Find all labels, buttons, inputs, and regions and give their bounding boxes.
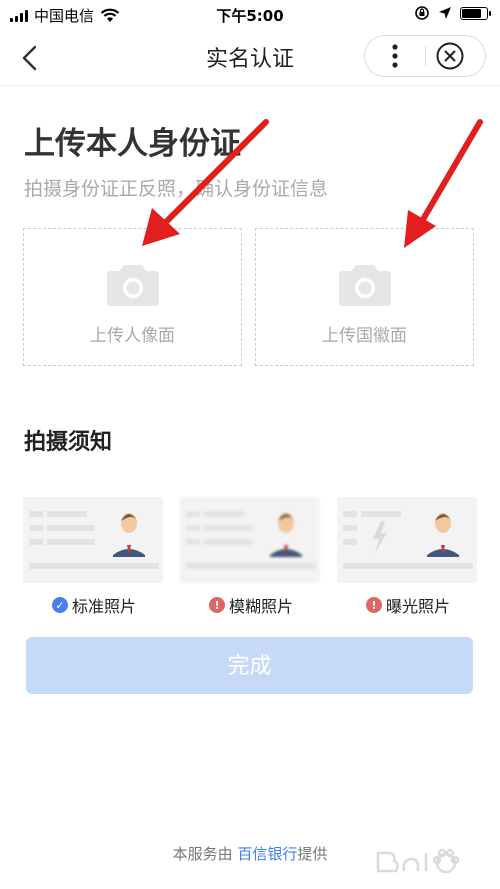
- status-right: [414, 5, 491, 21]
- status-bar: 中国电信 下午5:00: [0, 0, 500, 30]
- footer-prefix: 本服务由: [172, 845, 238, 863]
- example-blurry: ! 模糊照片: [180, 497, 322, 617]
- footer-suffix: 提供: [297, 845, 328, 863]
- camera-icon: [107, 265, 159, 306]
- example-label: 曝光照片: [385, 597, 450, 616]
- upload-front-label: 上传人像面: [90, 326, 175, 346]
- more-icon[interactable]: [365, 36, 425, 76]
- example-caption: ! 曝光照片: [337, 593, 479, 617]
- upload-back-button[interactable]: 上传国徽面: [255, 228, 474, 366]
- upload-back-label: 上传国徽面: [322, 326, 407, 346]
- tips-title: 拍摄须知: [24, 430, 113, 455]
- capsule-divider: [425, 46, 426, 66]
- complete-button[interactable]: 完成: [26, 637, 473, 694]
- id-card-sample: [337, 497, 477, 583]
- camera-icon: [339, 265, 391, 306]
- example-standard: ✓ 标准照片: [23, 497, 165, 617]
- example-label: 模糊照片: [228, 597, 293, 616]
- example-overexposed: ! 曝光照片: [337, 497, 479, 617]
- nav-bar: 实名认证: [0, 30, 500, 86]
- warning-icon: !: [208, 597, 225, 613]
- id-card-sample: [23, 497, 163, 583]
- provider-link[interactable]: 百信银行: [237, 845, 297, 863]
- page-subtitle: 拍摄身份证正反照，确认身份证信息: [24, 178, 329, 200]
- location-icon: [439, 7, 451, 19]
- watermark-logo: [376, 848, 460, 874]
- example-caption: ! 模糊照片: [180, 593, 322, 617]
- example-caption: ✓ 标准照片: [23, 593, 165, 617]
- page-title: 上传本人身份证: [24, 126, 241, 162]
- rotation-lock-icon: [415, 6, 429, 20]
- menu-capsule: [364, 35, 486, 77]
- close-icon[interactable]: [435, 41, 465, 71]
- warning-icon: !: [365, 597, 382, 613]
- id-card-sample: [180, 497, 320, 583]
- upload-front-button[interactable]: 上传人像面: [23, 228, 242, 366]
- check-icon: ✓: [51, 597, 68, 613]
- example-label: 标准照片: [71, 597, 136, 616]
- battery-icon: [460, 6, 491, 20]
